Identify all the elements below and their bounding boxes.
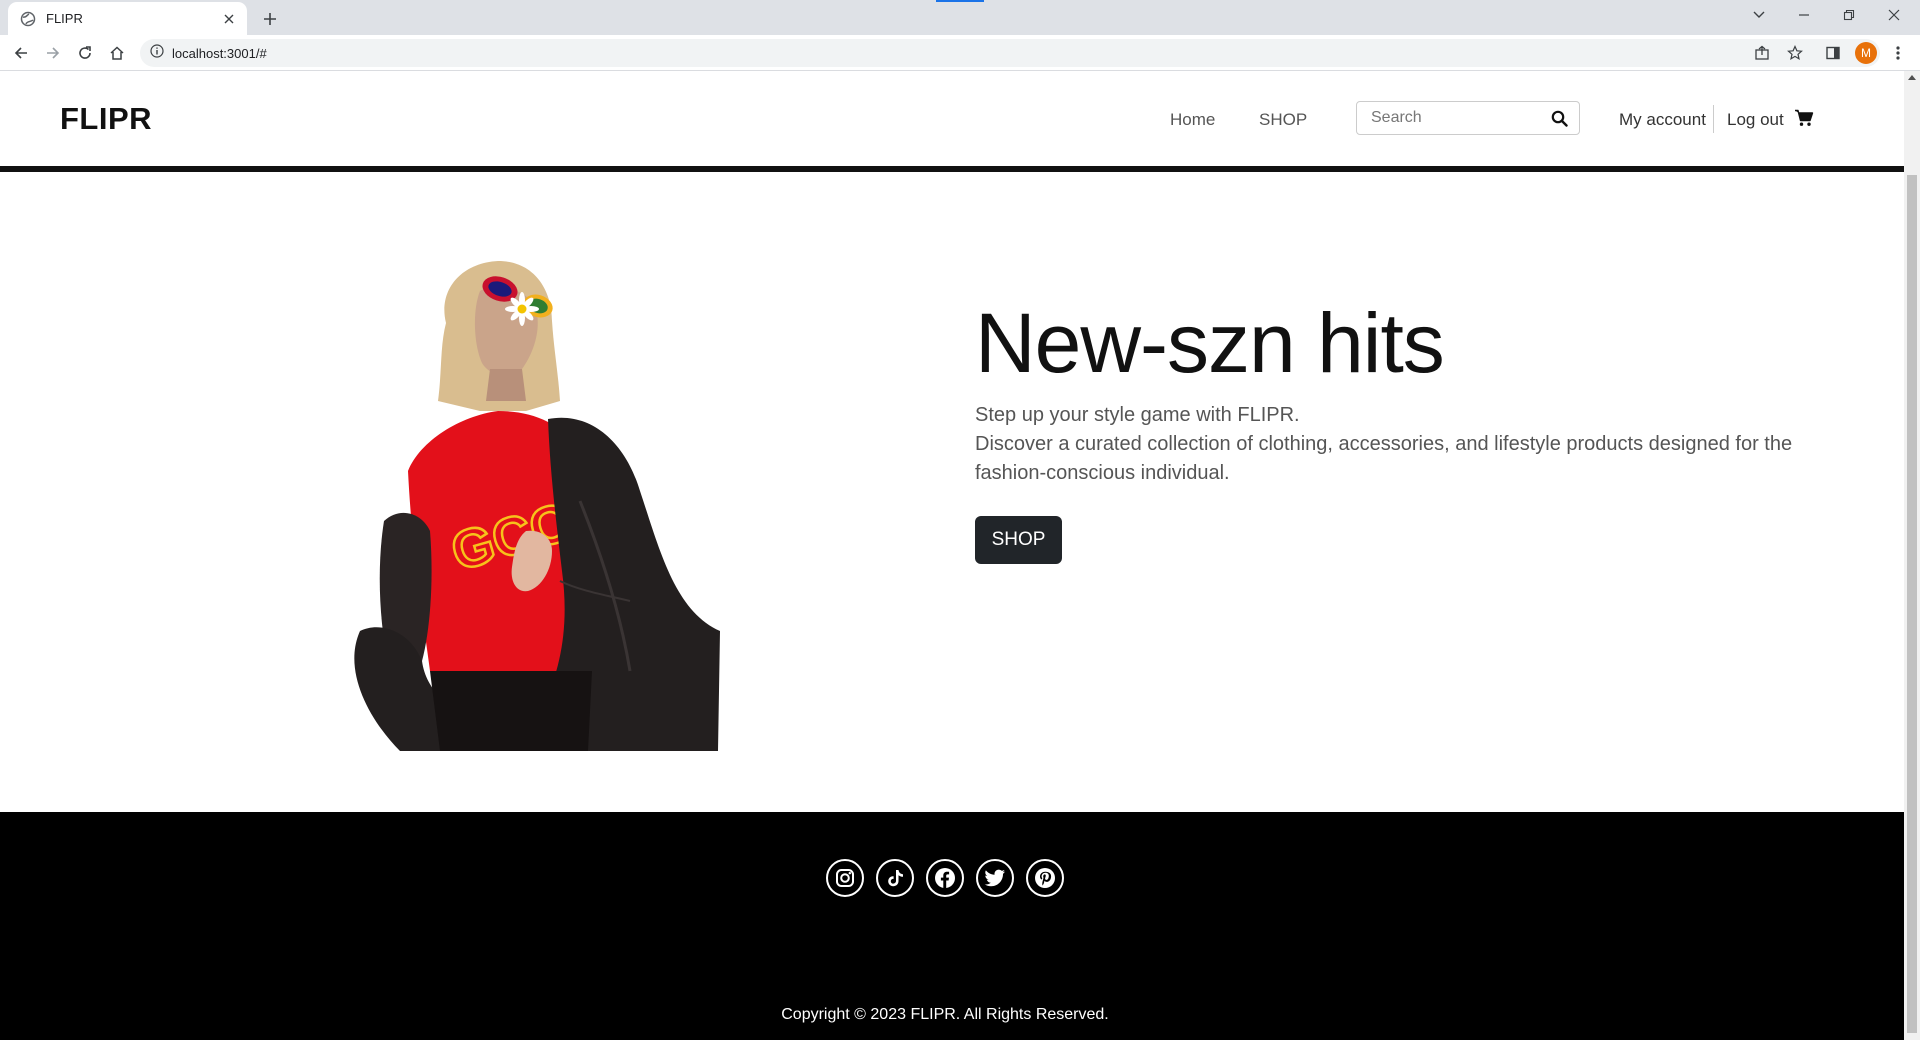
tab-loading-indicator [936,0,984,2]
tiktok-icon[interactable] [876,859,914,897]
twitter-icon[interactable] [976,859,1014,897]
address-bar[interactable]: localhost:3001/# [140,39,1880,67]
restore-button[interactable] [1826,0,1871,30]
info-icon[interactable] [150,43,164,63]
search-form [1356,101,1580,135]
page-scrollbar[interactable] [1904,71,1920,1040]
minimize-button[interactable] [1781,0,1826,30]
search-input[interactable] [1369,108,1543,128]
tab-search-icon[interactable] [1736,0,1781,30]
browser-toolbar: localhost:3001/# M [0,35,1920,71]
back-arrow-icon[interactable] [9,41,33,65]
new-tab-button[interactable] [258,7,282,31]
header-rule [0,166,1904,172]
nav-home-link[interactable]: Home [1170,110,1215,130]
tab-title: FLIPR [46,11,83,26]
my-account-link[interactable]: My account [1619,110,1706,130]
site-header: FLIPR Home SHOP My account Log out [0,71,1904,172]
hero-shop-button[interactable]: SHOP [975,516,1062,564]
log-out-link[interactable]: Log out [1727,110,1784,130]
forward-arrow-icon[interactable] [41,41,65,65]
url-text: localhost:3001/# [172,45,267,61]
share-icon[interactable] [1750,41,1774,65]
hero-model-image: GCC [330,251,720,751]
bookmark-star-icon[interactable] [1783,41,1807,65]
site-footer: Copyright © 2023 FLIPR. All Rights Reser… [0,812,1904,1040]
browser-tab-bar: FLIPR [0,0,1920,35]
scroll-up-arrow-icon[interactable] [1908,75,1916,80]
menu-kebab-icon[interactable] [1886,41,1910,65]
globe-icon [20,11,36,27]
reload-icon[interactable] [73,41,97,65]
nav-divider [1713,105,1714,133]
hero-tagline: Step up your style game with FLIPR. [975,404,1300,426]
side-panel-icon[interactable] [1821,41,1845,65]
hero-details: Discover a curated collection of clothin… [975,433,1793,484]
pinterest-icon[interactable] [1026,859,1064,897]
hero-description: Step up your style game with FLIPR. Disc… [975,401,1835,488]
site-logo[interactable]: FLIPR [60,101,152,137]
search-icon[interactable] [1549,108,1569,128]
instagram-icon[interactable] [826,859,864,897]
profile-avatar[interactable]: M [1855,42,1877,64]
browser-tab[interactable]: FLIPR [8,2,247,35]
cart-icon[interactable] [1793,107,1815,129]
copyright-text: Copyright © 2023 FLIPR. All Rights Reser… [781,1006,1109,1023]
home-icon[interactable] [105,41,129,65]
social-links [826,859,1064,897]
page-viewport: FLIPR Home SHOP My account Log out [0,71,1904,1040]
close-icon[interactable] [221,11,237,27]
facebook-icon[interactable] [926,859,964,897]
scrollbar-thumb[interactable] [1907,175,1917,1033]
window-close-button[interactable] [1871,0,1916,30]
hero-heading: New-szn hits [975,296,1445,390]
nav-shop-link[interactable]: SHOP [1259,110,1307,130]
